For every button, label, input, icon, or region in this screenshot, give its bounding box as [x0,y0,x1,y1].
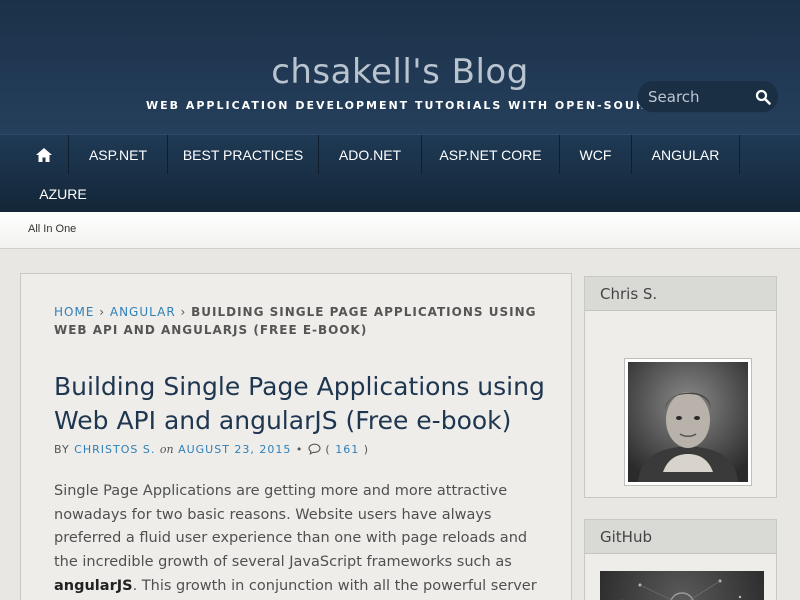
nav-item-wcf[interactable]: WCF [560,135,632,174]
meta-bullet: • [295,443,304,456]
search-input[interactable] [648,87,748,107]
main-nav: ASP.NET BEST PRACTICES ADO.NET ASP.NET C… [0,134,800,212]
search-icon [755,89,771,105]
widget-title: Chris S. [585,277,776,311]
widget-github: GitHub [584,519,777,600]
subnav-item-all-in-one[interactable]: All In One [28,223,76,235]
meta-date-link[interactable]: AUGUST 23, 2015 [178,443,291,456]
nav-item-best-practices[interactable]: BEST PRACTICES [168,135,319,174]
breadcrumb: HOME › ANGULAR › BUILDING SINGLE PAGE AP… [54,303,554,339]
nav-item-ado-net[interactable]: ADO.NET [319,135,422,174]
nav-item-azure[interactable]: AZURE [20,174,106,213]
search-button[interactable] [752,86,774,108]
github-banner[interactable] [600,571,764,600]
post-excerpt: Single Page Applications are getting mor… [54,480,554,600]
comment-count-link[interactable]: 161 [335,443,359,456]
nav-item-angular[interactable]: ANGULAR [632,135,740,174]
avatar[interactable] [624,358,752,486]
meta-by: BY [54,443,70,456]
meta-on: on [159,443,174,456]
post-body-bold: angularJS [54,577,133,594]
search-box [637,80,779,113]
meta-author-link[interactable]: CHRISTOS S. [74,443,155,456]
post-meta: BY CHRISTOS S. on AUGUST 23, 2015 • ( 16… [54,443,554,456]
post-title: Building Single Page Applications using … [54,372,545,435]
site-header: chsakell's Blog WEB APPLICATION DEVELOPM… [0,0,800,134]
home-icon [36,147,52,162]
breadcrumb-separator: › [99,305,106,319]
site-description: WEB APPLICATION DEVELOPMENT TUTORIALS WI… [146,99,646,112]
profile-photo [628,362,748,482]
sub-nav: All In One [0,212,800,249]
meta-comments-open: ( [325,443,331,456]
breadcrumb-home[interactable]: HOME [54,305,94,319]
nav-item-asp-net[interactable]: ASP.NET [69,135,168,174]
comment-icon [308,443,321,455]
breadcrumb-category[interactable]: ANGULAR [110,305,176,319]
widget-title: GitHub [585,520,776,554]
nav-item-asp-net-core[interactable]: ASP.NET CORE [422,135,560,174]
widget-profile: Chris S. [584,276,777,498]
github-icon [621,579,742,600]
meta-comments-close: ) [363,443,369,456]
article: HOME › ANGULAR › BUILDING SINGLE PAGE AP… [20,273,572,600]
post-body-text: Single Page Applications are getting mor… [54,483,528,571]
nav-home[interactable] [20,135,69,174]
breadcrumb-separator: › [180,305,187,319]
